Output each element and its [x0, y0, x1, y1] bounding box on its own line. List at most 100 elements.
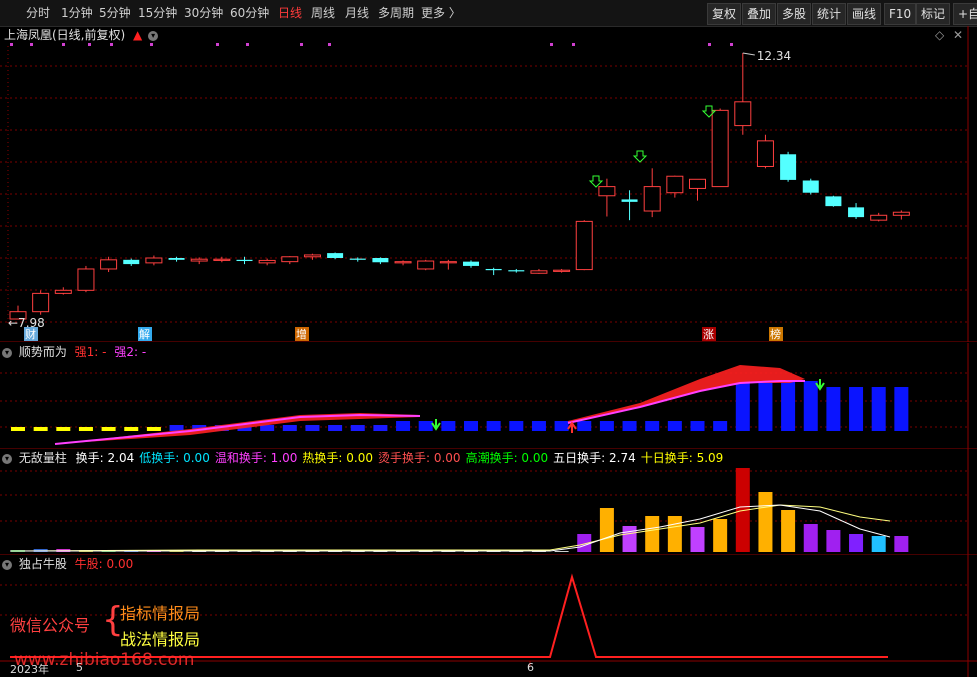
candle: [643, 186, 661, 212]
trend-bar: [373, 425, 388, 431]
watermark-line1: 指标情报局: [120, 604, 201, 623]
period-1min[interactable]: 1分钟: [61, 0, 93, 26]
trend-bar: [464, 421, 478, 431]
down-arrow-icon: [588, 175, 604, 188]
volume-bar: [849, 534, 864, 552]
event-tag: 榜: [770, 327, 781, 341]
candle: [848, 207, 865, 218]
restore-rights-button[interactable]: 复权: [707, 3, 742, 25]
event-tag: 财: [25, 327, 36, 341]
signal-dot: [300, 43, 303, 46]
trend-bar: [260, 425, 275, 431]
candle: [281, 256, 299, 263]
volume-bar: [826, 530, 841, 552]
watermark-line2: 战法情报局: [120, 630, 201, 649]
trend-bar: [56, 427, 71, 431]
overlay-button[interactable]: 叠加: [742, 3, 777, 25]
event-tag: 解: [139, 327, 150, 341]
trend-indicator-chart: [0, 343, 977, 449]
trend-bar: [441, 421, 456, 431]
trend-bar: [758, 383, 773, 431]
high-pointer: [742, 52, 755, 56]
down-arrow-icon: [431, 419, 441, 431]
signal-dot: [30, 43, 33, 46]
period-30min[interactable]: 30分钟: [184, 0, 223, 26]
trend-bar: [690, 421, 705, 431]
candle: [32, 292, 50, 313]
candle: [689, 178, 706, 189]
trend-bar: [418, 421, 433, 431]
period-daily[interactable]: 日线: [278, 0, 302, 26]
candle: [780, 154, 797, 180]
candle: [463, 261, 479, 266]
period-monthly[interactable]: 月线: [345, 0, 369, 26]
candle: [236, 259, 253, 262]
candle: [123, 259, 140, 265]
candle: [756, 140, 774, 167]
trend-bar: [486, 421, 501, 431]
signal-dot: [246, 43, 249, 46]
up-arrow-icon: [567, 421, 577, 433]
trend-bar: [305, 425, 320, 431]
trend-bar: [350, 425, 365, 431]
period-multi[interactable]: 多周期: [378, 0, 414, 26]
candle: [439, 261, 457, 264]
candle: [168, 257, 185, 260]
candle: [734, 101, 752, 127]
candlestick-chart[interactable]: 12.34←7.98财解增涨榜: [0, 26, 977, 342]
mark-button[interactable]: 标记: [916, 3, 951, 25]
trend-bar: [894, 387, 909, 431]
period-more[interactable]: 更多 〉: [421, 0, 461, 26]
volume-bar: [781, 510, 796, 552]
volume-bar: [645, 516, 660, 552]
trend-bar: [713, 421, 728, 431]
multi-stock-button[interactable]: 多股: [777, 3, 812, 25]
signal-dot: [88, 43, 91, 46]
f10-button[interactable]: F10: [884, 3, 917, 25]
volume-bar: [667, 516, 682, 552]
trend-bar: [735, 383, 750, 431]
period-15min[interactable]: 15分钟: [138, 0, 177, 26]
date-mark-6: 6: [527, 661, 534, 674]
trend-bar: [101, 427, 116, 431]
candle: [394, 261, 412, 264]
signal-dot: [10, 43, 13, 46]
volume-bar: [599, 508, 614, 552]
candle: [77, 268, 95, 291]
statistics-button[interactable]: 统计: [812, 3, 847, 25]
candle: [825, 196, 842, 207]
signal-dot: [708, 43, 711, 46]
trend-bar: [146, 427, 161, 431]
trend-bar: [645, 421, 660, 431]
ma-line-5: [10, 504, 891, 552]
down-arrow-icon: [632, 150, 648, 163]
period-60min[interactable]: 60分钟: [230, 0, 269, 26]
candle: [870, 214, 888, 221]
trend-bar: [11, 427, 25, 431]
volume-bar: [758, 492, 773, 552]
trend-bar: [871, 387, 886, 431]
period-fenshi[interactable]: 分时: [26, 0, 50, 26]
date-year: 2023年: [10, 663, 49, 676]
candle: [530, 270, 548, 274]
event-tag: 涨: [703, 328, 714, 341]
candle: [372, 257, 389, 263]
volume-bar: [554, 551, 569, 552]
candle: [145, 257, 163, 264]
trend-bar: [328, 425, 343, 431]
candle: [213, 258, 231, 261]
event-tag: 增: [296, 327, 307, 341]
trend-bar: [33, 427, 48, 431]
draw-line-button[interactable]: 画线: [847, 3, 882, 25]
period-weekly[interactable]: 周线: [311, 0, 335, 26]
trend-bar: [577, 421, 592, 431]
trend-bar: [396, 421, 411, 431]
volume-bar: [622, 526, 637, 552]
candle: [303, 254, 321, 258]
period-5min[interactable]: 5分钟: [99, 0, 131, 26]
signal-dot: [216, 43, 219, 46]
trend-bar: [803, 381, 818, 431]
add-watchlist-button[interactable]: +自选: [953, 3, 977, 25]
signal-dot: [730, 43, 733, 46]
volume-bar: [713, 519, 728, 552]
